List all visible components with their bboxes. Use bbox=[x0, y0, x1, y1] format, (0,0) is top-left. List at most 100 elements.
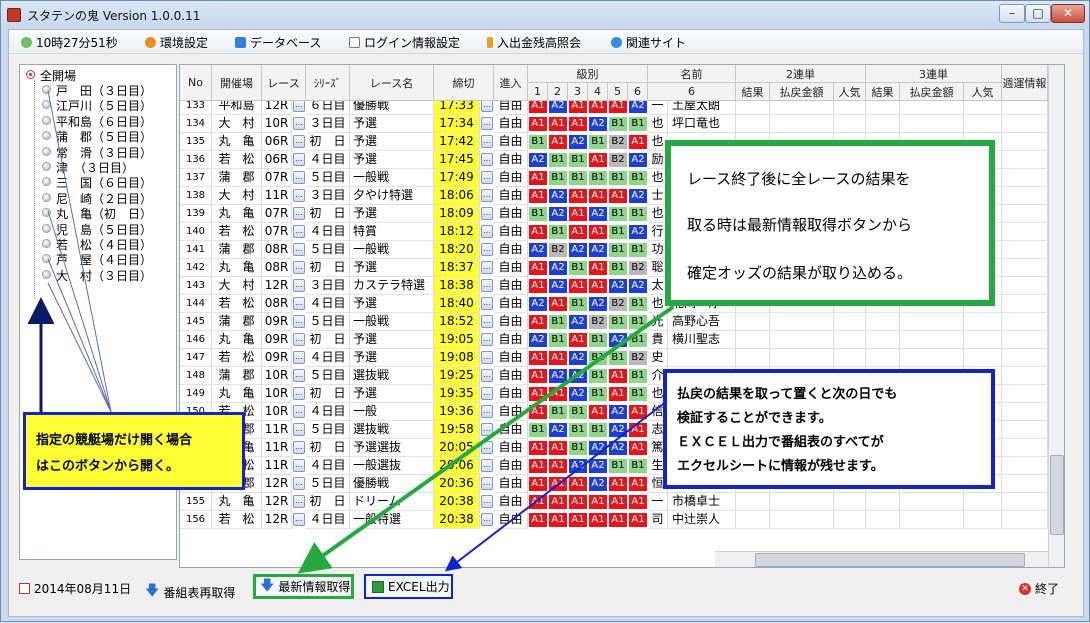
race-detail-button[interactable]: … bbox=[293, 459, 305, 472]
race-detail-button[interactable]: … bbox=[293, 207, 305, 220]
race-detail-button[interactable]: … bbox=[293, 513, 305, 526]
table-row[interactable]: 133 平和島 12R… ６日目 優勝戦 17:33… 自由 A1 A2 A1 A1 A1 A2 一土屋太… bbox=[180, 101, 1048, 115]
series-cell: 初 日 bbox=[306, 331, 350, 349]
race-detail-button[interactable]: … bbox=[293, 153, 305, 166]
deadline-detail-button[interactable]: … bbox=[481, 101, 493, 112]
column-header-entry[interactable]: 進入 bbox=[494, 65, 528, 101]
race-detail-button[interactable]: … bbox=[293, 477, 305, 490]
reload-program-button[interactable]: 🡇 番組表再取得 bbox=[145, 580, 235, 604]
tree-item-venue[interactable]: 芦 屋（４日目） bbox=[20, 251, 176, 267]
deadline-detail-button[interactable]: … bbox=[481, 423, 493, 436]
race-detail-button[interactable]: … bbox=[293, 117, 305, 130]
race-detail-button[interactable]: … bbox=[293, 351, 305, 364]
login-settings-menu[interactable]: ログイン情報設定 bbox=[349, 34, 460, 50]
deadline-detail-button[interactable]: … bbox=[481, 351, 493, 364]
column-header-series[interactable]: ｼﾘｰｽﾞ bbox=[306, 65, 350, 101]
column-header-venue[interactable]: 開催場 bbox=[212, 65, 262, 101]
deadline-detail-button[interactable]: … bbox=[481, 369, 493, 382]
table-row[interactable]: 145 蒲 郡 09R… ５日目 一般戦 18:52… 自由 A1 B1 A2 B2 B1 B1 光高野心… bbox=[180, 313, 1048, 331]
deadline-detail-button[interactable]: … bbox=[481, 513, 493, 526]
race-detail-button[interactable]: … bbox=[293, 189, 305, 202]
column-header-race_name[interactable]: レース名 bbox=[350, 65, 434, 101]
deadline-detail-button[interactable]: … bbox=[481, 405, 493, 418]
tree-item-venue[interactable]: 丸 亀（初 日） bbox=[20, 205, 176, 221]
deadline-detail-button[interactable]: … bbox=[481, 297, 493, 310]
race-detail-button[interactable]: … bbox=[293, 315, 305, 328]
deadline-detail-button[interactable]: … bbox=[481, 495, 493, 508]
deadline-detail-button[interactable]: … bbox=[481, 243, 493, 256]
minimize-button[interactable]: – bbox=[999, 4, 1025, 23]
maximize-button[interactable]: □ bbox=[1025, 4, 1051, 23]
table-row[interactable]: 156 若 松 12R… ４日目 一般特選 20:38… 自由 A1 A1 A1 A1 A1 A1 司中辻… bbox=[180, 511, 1048, 529]
race-detail-button[interactable]: … bbox=[293, 441, 305, 454]
race-detail-button[interactable]: … bbox=[293, 387, 305, 400]
race-detail-button[interactable]: … bbox=[293, 333, 305, 346]
column-header-weekly[interactable]: 週運情報 bbox=[1002, 65, 1048, 101]
race-detail-button[interactable]: … bbox=[293, 369, 305, 382]
deadline-detail-button[interactable]: … bbox=[481, 261, 493, 274]
links-menu[interactable]: 関連サイト bbox=[611, 34, 686, 50]
tree-item-venue[interactable]: 児 島（５日目） bbox=[20, 221, 176, 237]
deadline-detail-button[interactable]: … bbox=[481, 333, 493, 346]
deadline-detail-button[interactable]: … bbox=[481, 315, 493, 328]
fetch-latest-button[interactable]: 🡇 最新情報取得 bbox=[253, 574, 354, 599]
deadline-detail-button[interactable]: … bbox=[481, 279, 493, 292]
deadline-detail-button[interactable]: … bbox=[481, 171, 493, 184]
tree-item-venue[interactable]: 平和島（６日目） bbox=[20, 113, 176, 129]
column-header-no[interactable]: No bbox=[180, 65, 212, 101]
table-row[interactable]: 146 丸 亀 09R… 初 日予選 19:05… 自由 A2 B1 A1 B1 A2 B1 貴横川聖志 bbox=[180, 331, 1048, 349]
race-detail-button[interactable]: … bbox=[293, 297, 305, 310]
table-row[interactable]: 155 丸 亀 12R… 初 日ドリーム 20:38… 自由 A1 A1 A1 A1 A1 A1 一市橋… bbox=[180, 493, 1048, 511]
deadline-detail-button[interactable]: … bbox=[481, 387, 493, 400]
tree-item-venue[interactable]: 常 滑（３日目） bbox=[20, 144, 176, 160]
database-menu[interactable]: データベース bbox=[235, 34, 321, 50]
deadline-detail-button[interactable]: … bbox=[481, 477, 493, 490]
race-detail-button[interactable]: … bbox=[293, 495, 305, 508]
series-cell: ４日目 bbox=[306, 511, 350, 529]
table-row[interactable]: 134 大 村 10R… ３日目 予選 17:34… 自由 A1 A1 A1 A2 B1 B1 也坪口竜也 bbox=[180, 115, 1048, 133]
column-header-class[interactable]: 級別 bbox=[528, 65, 648, 83]
column-header-race[interactable]: レース bbox=[262, 65, 306, 101]
race-detail-button[interactable]: … bbox=[293, 405, 305, 418]
deadline-detail-button[interactable]: … bbox=[481, 207, 493, 220]
tree-item-venue[interactable]: 三 国（６日目） bbox=[20, 174, 176, 190]
deadline-detail-button[interactable]: … bbox=[481, 225, 493, 238]
column-header-deadline[interactable]: 締切 bbox=[434, 65, 494, 101]
deadline-detail-button[interactable]: … bbox=[481, 153, 493, 166]
horizontal-scrollbar[interactable] bbox=[715, 551, 1048, 567]
tree-item-venue[interactable]: 蒲 郡（５日目） bbox=[20, 128, 176, 144]
tree-item-venue[interactable]: 尼 崎（２日目） bbox=[20, 190, 176, 206]
race-detail-button[interactable]: … bbox=[293, 171, 305, 184]
vertical-scroll-thumb[interactable] bbox=[1050, 455, 1064, 535]
column-header-trifecta[interactable]: 3連単 bbox=[866, 65, 1002, 83]
column-header-exacta[interactable]: 2連単 bbox=[736, 65, 866, 83]
settings-menu[interactable]: 環境設定 bbox=[145, 34, 208, 50]
close-button[interactable]: ✕ bbox=[1051, 4, 1085, 23]
deadline-detail-button[interactable]: … bbox=[481, 135, 493, 148]
deadline-detail-button[interactable]: … bbox=[481, 459, 493, 472]
race-detail-button[interactable]: … bbox=[293, 101, 305, 112]
excel-export-button[interactable]: EXCEL出力 bbox=[364, 574, 453, 599]
vertical-scrollbar[interactable] bbox=[1048, 65, 1064, 567]
table-row[interactable]: 147 若 松 09R… ４日目 予選 19:08… 自由 A1 A1 A2 B1 B1 B2 史 bbox=[180, 349, 1048, 367]
race-detail-button[interactable]: … bbox=[293, 135, 305, 148]
deadline-detail-button[interactable]: … bbox=[481, 189, 493, 202]
deadline-detail-button[interactable]: … bbox=[481, 117, 493, 130]
app-window: スタテンの鬼 Version 1.0.0.11 – □ ✕ 10時27分51秒 … bbox=[0, 0, 1090, 622]
balance-menu[interactable]: 入出金残高照会 bbox=[487, 34, 581, 50]
race-detail-button[interactable]: … bbox=[293, 261, 305, 274]
tree-item-venue[interactable]: 江戸川（５日目） bbox=[20, 97, 176, 113]
race-detail-button[interactable]: … bbox=[293, 243, 305, 256]
tree-item-venue[interactable]: 津 （３日目） bbox=[20, 159, 176, 175]
tree-item-venue[interactable]: 戸 田（３日目） bbox=[20, 82, 176, 98]
race-detail-button[interactable]: … bbox=[293, 225, 305, 238]
race-detail-button[interactable]: … bbox=[293, 279, 305, 292]
exit-button[interactable]: ✕ 終了 bbox=[1019, 580, 1059, 597]
tree-item-venue[interactable]: 大 村（３日目） bbox=[20, 267, 176, 283]
tree-item-venue[interactable]: 若 松（４日目） bbox=[20, 236, 176, 252]
deadline-detail-button[interactable]: … bbox=[481, 441, 493, 454]
column-header-name[interactable]: 名前 bbox=[648, 65, 736, 83]
horizontal-scroll-thumb[interactable] bbox=[755, 553, 1025, 567]
race-detail-button[interactable]: … bbox=[293, 423, 305, 436]
tree-root-all-venues[interactable]: 全開場 bbox=[20, 67, 176, 83]
